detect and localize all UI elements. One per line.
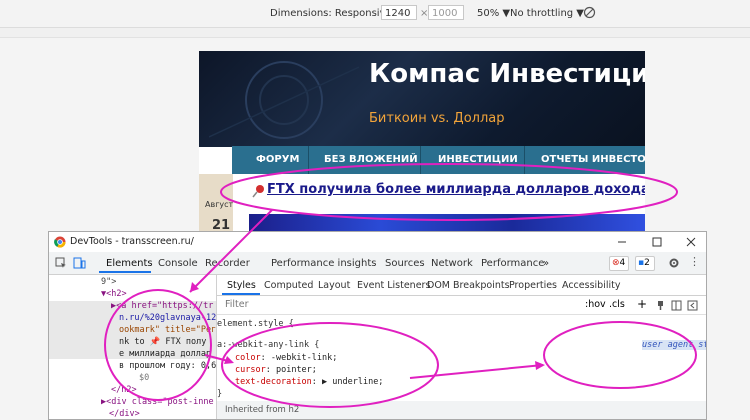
annotation-ellipse-css-rule: [221, 322, 439, 408]
annotation-arrowhead-node-to-rule: [224, 356, 234, 364]
annotation-ellipse-post-title: [220, 163, 678, 221]
annotation-overlay: [104, 163, 697, 408]
annotation-ellipse-dom-node: [104, 289, 212, 401]
annotation-ellipse-ua-stylesheet: [543, 321, 697, 389]
annotation-arrow-title-to-node: [189, 209, 273, 293]
annotation-arrowhead-rule-to-source: [535, 361, 545, 370]
annotation-arrow-rule-to-source: [409, 364, 544, 379]
